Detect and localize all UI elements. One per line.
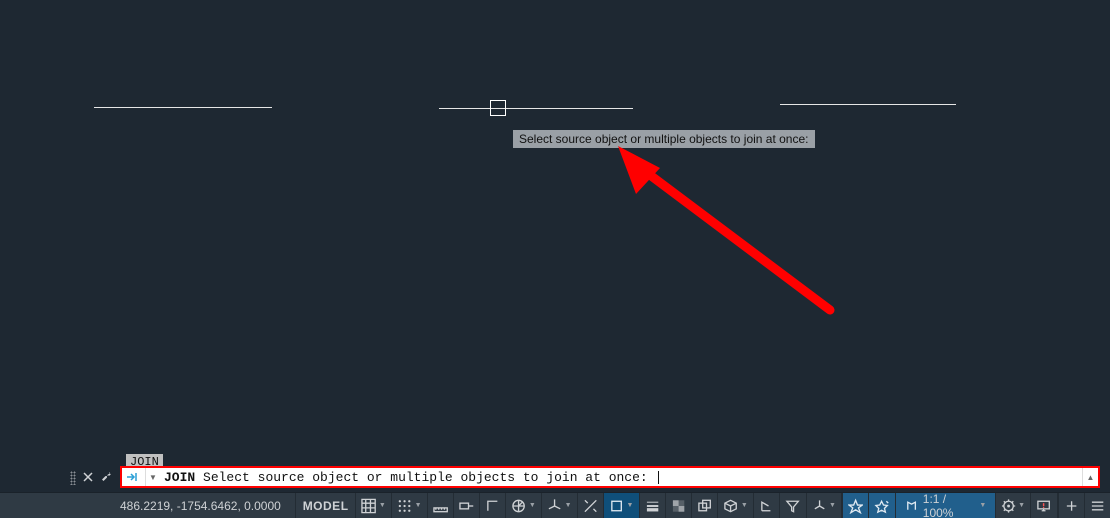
3d-osnap-toggle[interactable]: ▼: [717, 493, 753, 518]
wrench-icon[interactable]: [100, 470, 114, 487]
command-grip-handle[interactable]: [70, 471, 76, 485]
annotation-arrow: [560, 140, 860, 330]
annotation-visibility-toggle[interactable]: [842, 493, 868, 518]
status-bar: 486.2219, -1754.6462, 0.0000 MODEL ▼ ▼ ▼…: [0, 492, 1110, 518]
polar-tracking-toggle[interactable]: ▼: [505, 493, 541, 518]
grid-toggle[interactable]: ▼: [355, 493, 391, 518]
command-history-dropdown[interactable]: ▼: [146, 468, 160, 486]
snap-toggle[interactable]: ▼: [391, 493, 427, 518]
model-space-button[interactable]: MODEL: [295, 493, 356, 518]
object-snap-toggle[interactable]: ▼: [603, 493, 639, 518]
command-line[interactable]: ▼ JOIN Select source object or multiple …: [120, 466, 1100, 488]
pickbox-cursor: [490, 100, 506, 116]
annotation-monitor-toggle[interactable]: [1030, 493, 1056, 518]
cursor-tooltip: Select source object or multiple objects…: [513, 130, 815, 148]
command-input[interactable]: JOIN Select source object or multiple ob…: [160, 470, 1082, 485]
dynamic-ucs-toggle[interactable]: [753, 493, 779, 518]
drawing-line[interactable]: [94, 107, 272, 108]
drawing-line[interactable]: [780, 104, 956, 105]
command-expand-up[interactable]: ▲: [1082, 468, 1098, 486]
workspace-switching-button[interactable]: ▼: [995, 493, 1031, 518]
annotation-scale-button[interactable]: 1:1 / 100% ▼: [895, 493, 995, 518]
isolate-objects-button[interactable]: [1058, 493, 1084, 518]
selection-filter-toggle[interactable]: [779, 493, 805, 518]
osnap-tracking-toggle[interactable]: [577, 493, 603, 518]
command-prompt-icon[interactable]: [122, 468, 146, 486]
isometric-drafting-toggle[interactable]: ▼: [541, 493, 577, 518]
command-prompt-text: Select source object or multiple objects…: [203, 470, 655, 485]
annotation-autoscale-toggle[interactable]: [868, 493, 894, 518]
lineweight-toggle[interactable]: [639, 493, 665, 518]
customization-menu-button[interactable]: [1084, 493, 1110, 518]
ortho-toggle[interactable]: [479, 493, 505, 518]
annotation-scale-label: 1:1 / 100%: [923, 492, 977, 518]
selection-cycling-toggle[interactable]: [691, 493, 717, 518]
gizmo-toggle[interactable]: ▼: [806, 493, 842, 518]
transparency-toggle[interactable]: [665, 493, 691, 518]
text-caret: [658, 471, 659, 484]
close-icon[interactable]: [82, 471, 94, 486]
coordinates-readout[interactable]: 486.2219, -1754.6462, 0.0000: [0, 499, 295, 513]
command-name: JOIN: [164, 470, 195, 485]
infer-constraints-toggle[interactable]: [427, 493, 453, 518]
drawing-line[interactable]: [439, 108, 633, 109]
drawing-canvas[interactable]: Select source object or multiple objects…: [0, 0, 1110, 518]
dynamic-input-toggle[interactable]: [453, 493, 479, 518]
